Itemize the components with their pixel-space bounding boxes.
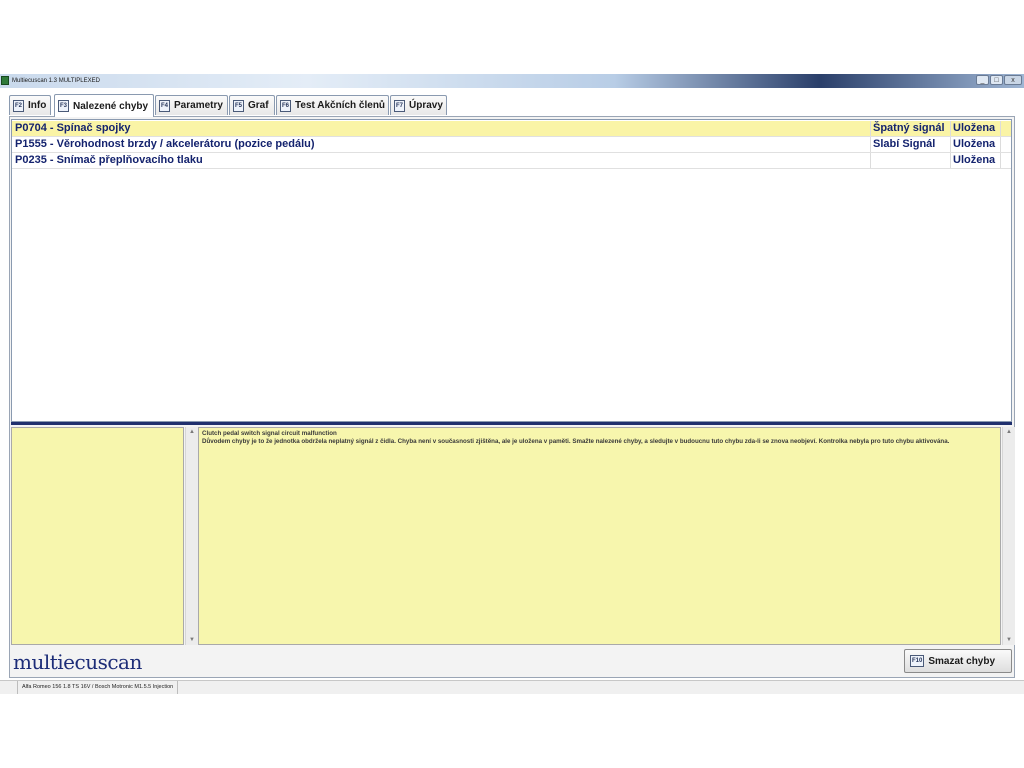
fault-signal — [870, 153, 951, 168]
fault-extra-cell — [1000, 121, 1011, 136]
fault-detail-title: Clutch pedal switch signal circuit malfu… — [202, 430, 337, 437]
fault-row[interactable]: P0704 - Spínač spojky Špatný signál Ulož… — [12, 121, 1011, 137]
f10-key-icon: F10 — [910, 655, 925, 667]
tab-label: Info — [28, 100, 47, 111]
fault-description: P0704 - Spínač spojky — [15, 122, 131, 134]
f5-key-icon: F5 — [233, 99, 245, 112]
fault-status: Uložena — [950, 153, 1003, 168]
fault-description: P1555 - Věrohodnost brzdy / akcelerátoru… — [15, 138, 315, 150]
status-bar: Alfa Romeo 156 1.8 TS 16V / Bosch Motron… — [0, 680, 1024, 694]
tab-label: Úpravy — [409, 100, 443, 111]
tab-label: Graf — [248, 100, 269, 111]
maximize-button[interactable]: □ — [990, 75, 1003, 85]
f2-key-icon: F2 — [13, 99, 25, 112]
tab-label: Parametry — [174, 100, 223, 111]
tab-label: Test Akčních členů — [295, 100, 386, 111]
close-button[interactable]: x — [1004, 75, 1022, 85]
f7-key-icon: F7 — [394, 99, 406, 112]
window-titlebar: Multiecuscan 1.3 MULTIPLEXED _ □ x — [0, 74, 1024, 88]
clear-faults-button[interactable]: F10 Smazat chyby — [904, 649, 1012, 673]
f4-key-icon: F4 — [159, 99, 171, 112]
fault-detail-text: Důvodem chyby je to že jednotka obdržela… — [202, 438, 950, 445]
fault-signal: Špatný signál — [870, 121, 951, 136]
minimize-button[interactable]: _ — [976, 75, 989, 85]
fault-signal: Slabí Signál — [870, 137, 951, 152]
fault-info-pane[interactable] — [11, 427, 184, 645]
vehicle-info: Alfa Romeo 156 1.8 TS 16V / Bosch Motron… — [17, 681, 179, 694]
f3-key-icon: F3 — [58, 100, 70, 112]
tab-found-faults[interactable]: F3 Nalezené chyby — [54, 94, 154, 117]
scroll-down-icon[interactable]: ▼ — [1003, 635, 1015, 645]
fault-status: Uložena — [950, 121, 1003, 136]
clear-faults-label: Smazat chyby — [928, 655, 996, 667]
fault-row[interactable]: P1555 - Věrohodnost brzdy / akcelerátoru… — [12, 137, 1011, 153]
pane-splitter[interactable] — [11, 422, 1012, 425]
fault-extra-cell — [1000, 137, 1011, 152]
detail-pane-scrollbar[interactable]: ▲ ▼ — [1002, 427, 1015, 645]
fault-status: Uložena — [950, 137, 1003, 152]
scroll-up-icon[interactable]: ▲ — [186, 427, 198, 437]
fault-description: P0235 - Snímač přeplňovacího tlaku — [15, 154, 203, 166]
fault-extra-cell — [1000, 153, 1011, 168]
tab-adjustments[interactable]: F7 Úpravy — [390, 95, 447, 115]
scroll-up-icon[interactable]: ▲ — [1003, 427, 1015, 437]
multiecuscan-logo: multiecuscan — [13, 650, 142, 674]
tab-graph[interactable]: F5 Graf — [229, 95, 275, 115]
window-title: Multiecuscan 1.3 MULTIPLEXED — [12, 78, 100, 84]
scroll-down-icon[interactable]: ▼ — [186, 635, 198, 645]
fault-row[interactable]: P0235 - Snímač přeplňovacího tlaku Ulože… — [12, 153, 1011, 169]
window-controls: _ □ x — [976, 75, 1022, 86]
tab-parameters[interactable]: F4 Parametry — [155, 95, 228, 115]
app-icon — [1, 76, 9, 85]
f6-key-icon: F6 — [280, 99, 292, 112]
fault-detail-pane[interactable]: Clutch pedal switch signal circuit malfu… — [198, 427, 1001, 645]
tab-actuator-test[interactable]: F6 Test Akčních členů — [276, 95, 389, 115]
left-pane-scrollbar[interactable]: ▲ ▼ — [185, 427, 198, 645]
tab-label: Nalezené chyby — [73, 100, 149, 112]
tab-info[interactable]: F2 Info — [9, 95, 51, 115]
fault-list[interactable]: P0704 - Spínač spojky Špatný signál Ulož… — [11, 119, 1012, 422]
